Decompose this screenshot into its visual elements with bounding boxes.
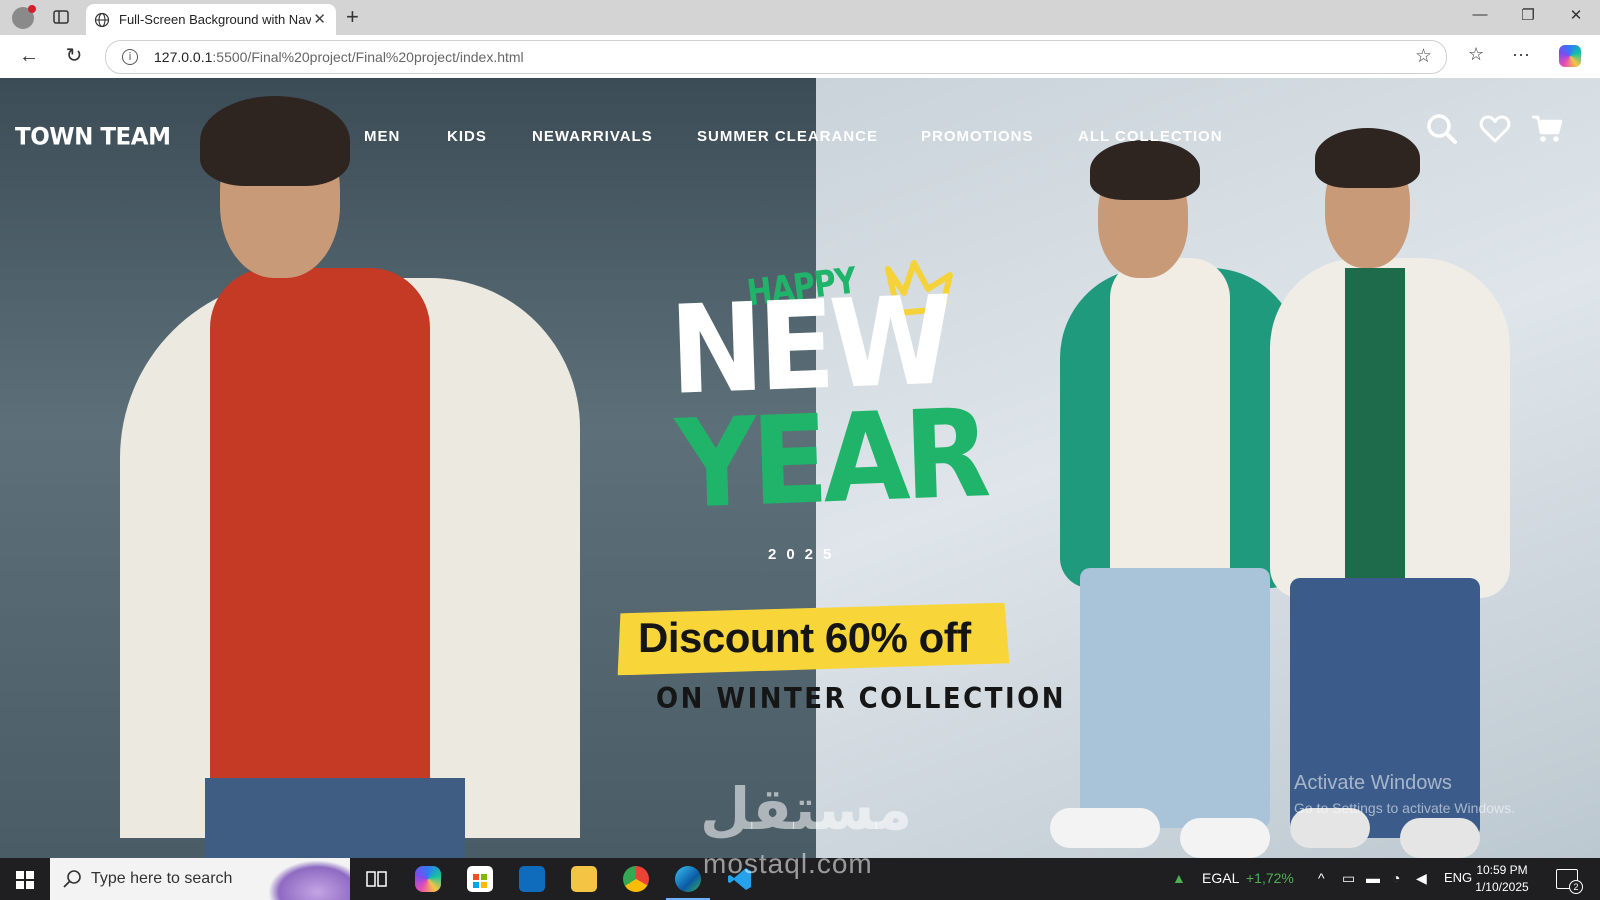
discount-text: Discount 60% off — [638, 614, 971, 661]
clock-date: 1/10/2025 — [1475, 880, 1529, 894]
tab-title: Full-Screen Background with Navi — [119, 12, 311, 27]
new-tab-icon[interactable]: + — [346, 4, 359, 30]
more-menu-icon[interactable]: ··· — [1512, 44, 1530, 65]
nav-link-men[interactable]: MEN — [364, 128, 400, 145]
file-explorer-icon[interactable] — [571, 866, 597, 892]
nav-link-summer-clearance[interactable]: SUMMER CLEARANCE — [697, 128, 878, 145]
clock[interactable]: 10:59 PM 1/10/2025 — [1462, 862, 1542, 896]
site-logo[interactable]: TOWN TEAM — [15, 123, 171, 150]
clock-time: 10:59 PM — [1476, 863, 1528, 877]
nav-link-all-collection[interactable]: ALL COLLECTION — [1078, 128, 1223, 145]
show-hidden-icons-icon[interactable]: ^ — [1318, 870, 1325, 886]
back-arrow-icon[interactable]: ← — [18, 45, 40, 67]
vertical-tabs-icon[interactable] — [52, 8, 70, 26]
nav-link-promotions[interactable]: PROMOTIONS — [921, 128, 1034, 145]
stock-chart-icon: ▲ — [1172, 870, 1186, 886]
copilot-app-icon[interactable] — [415, 866, 441, 892]
address-bar[interactable]: i 127.0.0.1:5500/Final%20project/Final%2… — [105, 40, 1447, 74]
watermark-domain: mostaql.com — [703, 848, 873, 879]
close-tab-icon[interactable]: ✕ — [313, 10, 326, 28]
url-text: 127.0.0.1:5500/Final%20project/Final%20p… — [154, 49, 524, 65]
taskbar-search-placeholder: Type here to search — [91, 870, 233, 887]
browser-toolbar: ← ↻ i 127.0.0.1:5500/Final%20project/Fin… — [0, 35, 1600, 79]
taskbar-search-box[interactable]: Type here to search — [50, 858, 350, 900]
outlook-icon[interactable] — [519, 866, 545, 892]
year-number: 2025 — [768, 546, 842, 563]
microsoft-store-icon[interactable] — [467, 866, 493, 892]
notification-center-icon[interactable]: 2 — [1556, 869, 1583, 894]
reload-icon[interactable]: ↻ — [63, 45, 85, 67]
activate-windows-title: Activate Windows — [1294, 772, 1452, 794]
globe-icon — [94, 12, 110, 28]
search-highlight-image — [268, 860, 350, 900]
restore-icon[interactable]: ❐ — [1508, 6, 1548, 24]
copilot-icon[interactable] — [1559, 45, 1581, 67]
profile-avatar-icon[interactable] — [12, 5, 36, 29]
minimize-icon[interactable]: — — [1460, 6, 1500, 23]
taskbar-search-icon — [63, 870, 81, 888]
wifi-icon[interactable]: ◔ — [1392, 870, 1400, 886]
winter-collection-text: ON WINTER COLLECTION — [656, 682, 1067, 716]
nav-link-kids[interactable]: KIDS — [447, 128, 487, 145]
browser-tab-active[interactable]: Full-Screen Background with Navi ✕ — [86, 4, 336, 35]
meet-now-icon[interactable]: ▭ — [1342, 870, 1355, 887]
chrome-icon[interactable] — [623, 866, 649, 892]
year-heading: YEAR — [673, 382, 988, 536]
notification-count: 2 — [1569, 880, 1583, 894]
battery-icon[interactable]: ▬ — [1366, 870, 1380, 886]
volume-icon[interactable]: ◀ — [1416, 870, 1427, 887]
stock-name[interactable]: EGAL — [1202, 870, 1239, 886]
site-info-icon[interactable]: i — [122, 49, 138, 65]
nav-link-new-arrivals[interactable]: NEWARRIVALS — [532, 128, 653, 145]
search-icon[interactable] — [1425, 112, 1459, 146]
close-window-icon[interactable]: ✕ — [1556, 6, 1596, 24]
model-right-image — [1260, 108, 1510, 858]
model-left-image — [80, 78, 580, 858]
favorite-star-icon[interactable]: ☆ — [1415, 45, 1432, 68]
cart-icon[interactable] — [1530, 112, 1564, 146]
windows-start-icon[interactable] — [16, 871, 34, 889]
task-view-icon[interactable] — [363, 866, 389, 892]
wishlist-heart-icon[interactable] — [1478, 112, 1512, 146]
stock-change: +1,72% — [1246, 870, 1294, 886]
watermark-arabic: مستقل — [700, 775, 913, 843]
activate-windows-subtitle: Go to Settings to activate Windows. — [1294, 800, 1515, 816]
favorites-icon[interactable]: ☆ — [1468, 44, 1484, 65]
browser-tab-bar: Full-Screen Background with Navi ✕ + — ❐… — [0, 0, 1600, 35]
edge-icon[interactable] — [675, 866, 701, 892]
